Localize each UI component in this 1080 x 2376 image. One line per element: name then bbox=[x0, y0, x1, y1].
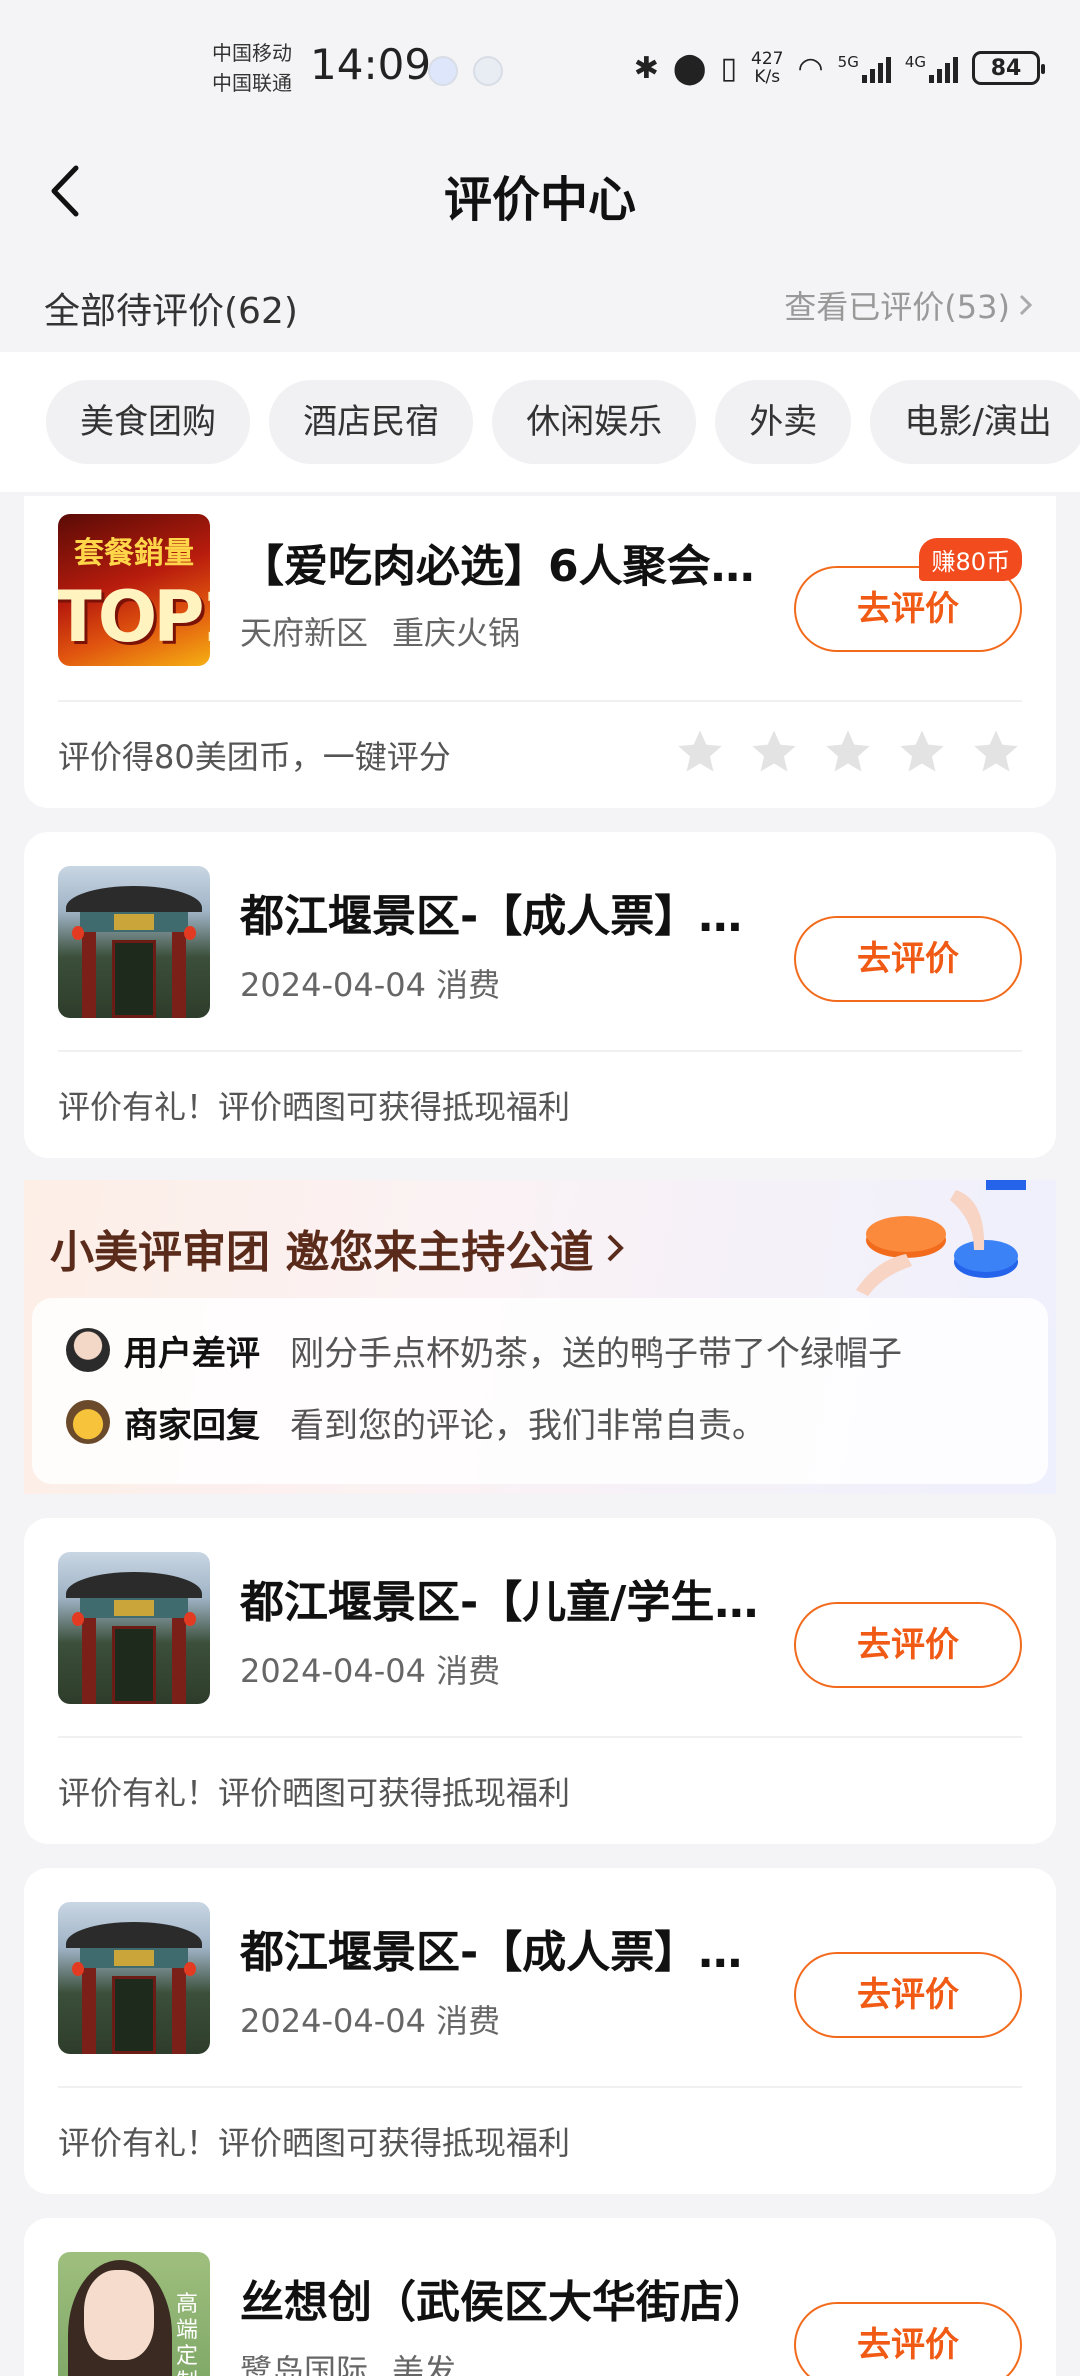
merchant-reply-label: 商家回复 bbox=[124, 1405, 260, 1446]
write-review-button[interactable]: 去评价 bbox=[794, 1602, 1022, 1688]
notification-icon bbox=[428, 56, 458, 86]
wifi-icon: ◠ bbox=[797, 50, 824, 86]
status-icons: ✱ ⬤ ▯ 427 K/s ◠ 5G 4G 84 bbox=[633, 46, 1045, 90]
card-note: 评价有礼！评价晒图可获得抵现福利 bbox=[58, 1088, 571, 1126]
user-comment-label: 用户差评 bbox=[124, 1333, 260, 1374]
battery-icon: 84 bbox=[972, 51, 1045, 85]
vibrate-icon: ▯ bbox=[720, 50, 738, 86]
view-reviewed-label: 查看已评价(53) bbox=[784, 288, 1010, 326]
card-subtitle: 天府新区 重庆火锅 bbox=[240, 608, 520, 654]
user-avatar bbox=[66, 1328, 110, 1372]
status-bar: 中国移动 中国联通 14:09 ✱ ⬤ ▯ 427 K/s ◠ 5G 4G 84 bbox=[0, 0, 1080, 130]
net-label-5g: 5G bbox=[837, 53, 859, 71]
divider bbox=[58, 2086, 1022, 2088]
star-icon-5[interactable] bbox=[970, 726, 1022, 778]
carrier-names: 中国移动 中国联通 bbox=[212, 38, 292, 98]
carrier-1: 中国移动 bbox=[212, 41, 292, 65]
card-subtitle: 鹭岛国际 美发 bbox=[240, 2346, 456, 2376]
product-thumbnail[interactable]: 套餐銷量 TOP1 bbox=[58, 514, 210, 666]
divider bbox=[58, 1050, 1022, 1052]
card-title[interactable]: 都江堰景区-【儿童/学生票】 bbox=[240, 1566, 780, 1630]
speed-unit: K/s bbox=[754, 67, 781, 87]
chevron-right-icon bbox=[1019, 294, 1033, 316]
star-icon-3[interactable] bbox=[822, 726, 874, 778]
pending-count: 全部待评价(62) bbox=[44, 291, 298, 332]
category-chip-hotel[interactable]: 酒店民宿 bbox=[269, 380, 474, 464]
card-date: 2024-04-04 消费 bbox=[240, 966, 501, 1004]
page-title: 评价中心 bbox=[443, 172, 636, 228]
star-icon-1[interactable] bbox=[674, 726, 726, 778]
star-icon-4[interactable] bbox=[896, 726, 948, 778]
write-review-button[interactable]: 去评价 bbox=[794, 2302, 1022, 2376]
category-chip-leisure[interactable]: 休闲娱乐 bbox=[492, 380, 697, 464]
message-icon bbox=[473, 56, 503, 86]
review-card: 都江堰景区-【成人票】门票 2024-04-04 消费 去评价 评价有礼！评价晒… bbox=[24, 832, 1056, 1158]
jury-content-box: 用户差评 刚分手点杯奶茶，送的鸭子带了个绿帽子 商家回复 看到您的评论，我们非常… bbox=[32, 1298, 1048, 1484]
coin-reward-badge: 赚80币 bbox=[919, 538, 1022, 581]
signal-5g-icon: 5G bbox=[838, 53, 891, 83]
product-thumbnail[interactable] bbox=[58, 866, 210, 1018]
card-area: 天府新区 bbox=[240, 614, 369, 652]
speed-value: 427 bbox=[751, 49, 784, 69]
card-area: 鹭岛国际 bbox=[240, 2352, 369, 2376]
location-icon: ⬤ bbox=[672, 50, 707, 86]
user-comment-row: 用户差评 刚分手点杯奶茶，送的鸭子带了个绿帽子 bbox=[66, 1320, 902, 1380]
network-speed: 427 K/s bbox=[751, 50, 783, 86]
review-card: 套餐銷量 TOP1 【爱吃肉必选】6人聚会套餐 天府新区重庆火锅 去评价 赚80… bbox=[24, 496, 1056, 808]
signal-4g-icon: 4G bbox=[905, 53, 958, 83]
product-thumbnail[interactable] bbox=[58, 1902, 210, 2054]
write-review-button[interactable]: 去评价 bbox=[794, 916, 1022, 1002]
product-thumbnail[interactable] bbox=[58, 1552, 210, 1704]
chevron-right-icon bbox=[607, 1234, 625, 1262]
category-chip-takeout[interactable]: 外卖 bbox=[715, 380, 852, 464]
card-title[interactable]: 都江堰景区-【成人票】门票 bbox=[240, 1916, 780, 1980]
card-date: 2024-04-04 消费 bbox=[240, 1652, 501, 1690]
review-card: 都江堰景区-【儿童/学生票】 2024-04-04 消费 去评价 评价有礼！评价… bbox=[24, 1518, 1056, 1844]
card-date: 2024-04-04 消费 bbox=[240, 2002, 501, 2040]
gavel-button-illustration bbox=[856, 1180, 1026, 1296]
star-rating bbox=[674, 726, 1022, 778]
category-chip-movie[interactable]: 电影/演出 bbox=[870, 380, 1080, 464]
card-title[interactable]: 都江堰景区-【成人票】门票 bbox=[240, 880, 780, 944]
thumb-label: 高端定制 bbox=[175, 2292, 198, 2376]
card-title[interactable]: 丝想创（武侯区大华街店） bbox=[240, 2266, 780, 2330]
category-chip-food[interactable]: 美食团购 bbox=[46, 380, 250, 464]
clock: 14:09 bbox=[310, 40, 432, 89]
card-title[interactable]: 【爱吃肉必选】6人聚会套餐 bbox=[240, 530, 780, 594]
jury-title-text: 小美评审团 邀您来主持公道 bbox=[50, 1227, 594, 1278]
merchant-reply-row: 商家回复 看到您的评论，我们非常自责。 bbox=[66, 1392, 766, 1452]
card-note: 评价有礼！评价晒图可获得抵现福利 bbox=[58, 2124, 571, 2162]
merchant-avatar bbox=[66, 1400, 110, 1444]
merchant-reply-text: 看到您的评论，我们非常自责。 bbox=[290, 1405, 766, 1446]
review-jury-banner[interactable]: 小美评审团 邀您来主持公道 用户差评 刚分手点杯奶茶，送的鸭子带了个绿帽子 商家… bbox=[24, 1180, 1056, 1494]
review-card: 高端定制 丝想创（武侯区大华街店） 鹭岛国际美发 去评价 bbox=[24, 2218, 1056, 2376]
summary-row: 全部待评价(62) 查看已评价(53) bbox=[0, 270, 1080, 350]
user-comment-text: 刚分手点杯奶茶，送的鸭子带了个绿帽子 bbox=[290, 1333, 902, 1374]
thumb-text-top: 套餐銷量 bbox=[74, 536, 194, 571]
star-icon-2[interactable] bbox=[748, 726, 800, 778]
divider bbox=[58, 1736, 1022, 1738]
card-category: 美发 bbox=[392, 2352, 457, 2376]
card-note: 评价得80美团币，一键评分 bbox=[58, 738, 451, 776]
write-review-button[interactable]: 去评价 bbox=[794, 1952, 1022, 2038]
review-card: 都江堰景区-【成人票】门票 2024-04-04 消费 去评价 评价有礼！评价晒… bbox=[24, 1868, 1056, 2194]
battery-level: 84 bbox=[990, 55, 1022, 81]
card-category: 重庆火锅 bbox=[392, 614, 521, 652]
thumb-text-big: TOP1 bbox=[58, 576, 210, 658]
divider bbox=[58, 700, 1022, 702]
category-tabs: 美食团购 酒店民宿 休闲娱乐 外卖 电影/演出 bbox=[0, 352, 1080, 492]
net-label-4g: 4G bbox=[904, 53, 926, 71]
card-note: 评价有礼！评价晒图可获得抵现福利 bbox=[58, 1774, 571, 1812]
view-reviewed-link[interactable]: 查看已评价(53) bbox=[784, 282, 1036, 328]
bluetooth-icon: ✱ bbox=[633, 50, 659, 86]
product-thumbnail[interactable]: 高端定制 bbox=[58, 2252, 210, 2376]
nav-bar: 评价中心 bbox=[0, 130, 1080, 260]
jury-title[interactable]: 小美评审团 邀您来主持公道 bbox=[50, 1216, 627, 1280]
carrier-2: 中国联通 bbox=[212, 71, 292, 95]
